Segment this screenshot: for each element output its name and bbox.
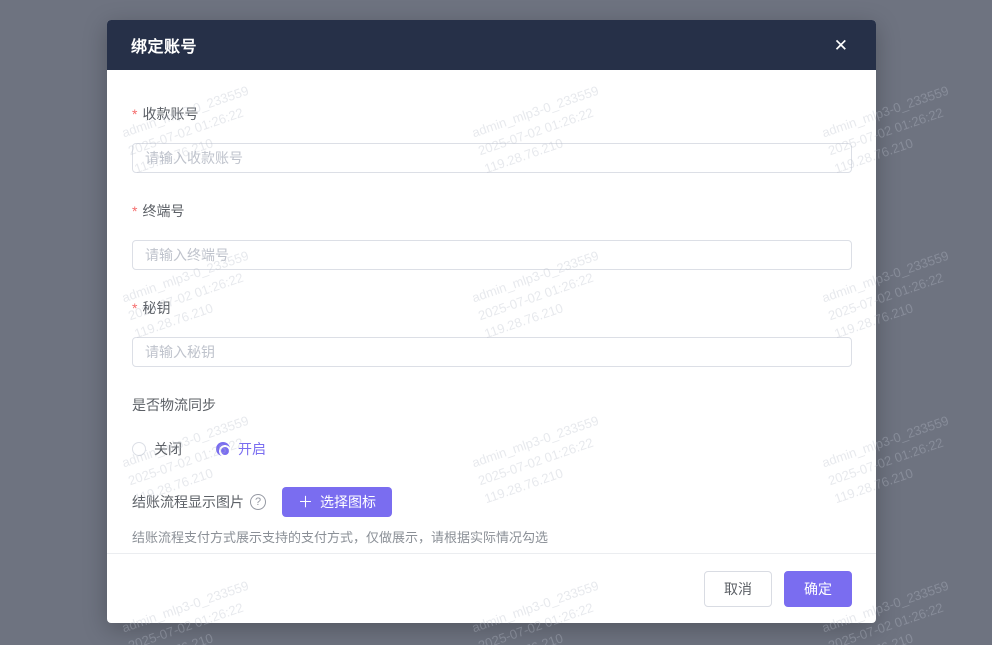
checkout-image-row: 结账流程显示图片 ? ＋ 选择图标 [132,487,852,517]
checkout-image-label: 结账流程显示图片 [132,492,244,512]
field-label: * 秘钥 [132,298,852,318]
payee-account-label: 收款账号 [142,104,198,124]
required-asterisk: * [132,203,137,219]
secret-key-label: 秘钥 [142,298,170,318]
form-item-terminal: * 终端号 [132,201,852,270]
dialog-body: * 收款账号 * 终端号 * 秘钥 是否物流同步 关闭 [107,70,876,553]
form-item-logistics-sync: 是否物流同步 关闭 开启 [132,395,852,459]
logistics-sync-label: 是否物流同步 [132,395,852,415]
required-asterisk: * [132,106,137,122]
logistics-sync-radio-group: 关闭 开启 [132,439,852,459]
form-item-secret-key: * 秘钥 [132,298,852,367]
bind-account-dialog: 绑定账号 ✕ * 收款账号 * 终端号 * 秘钥 是否物流同步 [107,20,876,623]
terminal-input[interactable] [132,240,852,270]
radio-on-label: 开启 [238,439,266,459]
form-item-payee-account: * 收款账号 [132,104,852,173]
confirm-button[interactable]: 确定 [784,571,852,607]
field-label: * 终端号 [132,201,852,221]
pick-icon-button-label: 选择图标 [320,492,376,512]
checkout-image-helper-text: 结账流程支付方式展示支持的支付方式，仅做展示，请根据实际情况勾选 [132,527,852,546]
radio-option-off[interactable]: 关闭 [132,439,182,459]
question-mark-icon[interactable]: ? [250,494,266,510]
field-label: * 收款账号 [132,104,852,124]
terminal-label: 终端号 [142,201,184,221]
payee-account-input[interactable] [132,143,852,173]
radio-off-label: 关闭 [154,439,182,459]
radio-icon [216,442,230,456]
dialog-footer: 取消 确定 [107,553,876,623]
cancel-button[interactable]: 取消 [704,571,772,607]
radio-icon [132,442,146,456]
radio-option-on[interactable]: 开启 [216,439,266,459]
plus-icon: ＋ [298,495,313,510]
required-asterisk: * [132,300,137,316]
pick-icon-button[interactable]: ＋ 选择图标 [282,487,392,517]
dialog-header: 绑定账号 ✕ [107,20,876,70]
secret-key-input[interactable] [132,337,852,367]
dialog-title: 绑定账号 [131,33,197,57]
close-icon[interactable]: ✕ [830,33,852,58]
